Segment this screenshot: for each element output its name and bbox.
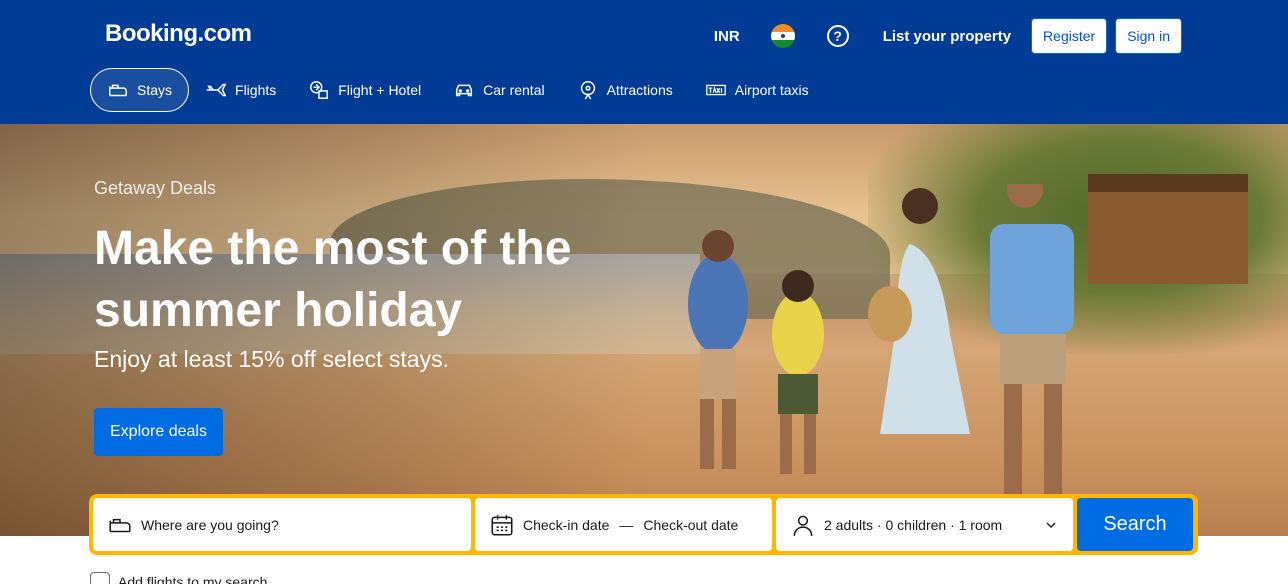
hero-subline: Enjoy at least 15% off select stays.: [94, 346, 449, 372]
bed-icon: [109, 84, 127, 97]
search-button[interactable]: Search: [1077, 498, 1193, 551]
chevron-down-icon: [1046, 522, 1056, 528]
register-button[interactable]: Register: [1031, 18, 1108, 54]
date-picker-field[interactable]: Check-in date — Check-out date: [475, 498, 772, 551]
explore-deals-button[interactable]: Explore deals: [94, 408, 223, 456]
nav-flight-hotel-label: Flight + Hotel: [338, 82, 422, 98]
nav-flight-hotel[interactable]: Flight + Hotel: [292, 68, 437, 112]
hero-text: Getaway Deals Make the most of the summe…: [94, 178, 614, 373]
nav-stays[interactable]: Stays: [90, 68, 190, 112]
bed-icon: [109, 518, 131, 532]
add-flights-label: Add flights to my search: [118, 574, 268, 584]
hero-family-illustration: [688, 184, 1074, 494]
booking-logo[interactable]: Booking.com: [105, 20, 252, 48]
add-flights-checkbox[interactable]: [90, 572, 110, 584]
checkout-date: Check-out date: [643, 516, 739, 533]
hero-eyebrow: Getaway Deals: [94, 178, 217, 198]
nav-attractions[interactable]: Attractions: [561, 68, 689, 112]
nav-attractions-label: Attractions: [606, 82, 673, 98]
occupancy-summary: 2 adults · 0 children · 1 room: [824, 516, 1003, 533]
attractions-icon: [580, 81, 595, 100]
india-flag-icon[interactable]: [770, 24, 795, 48]
person-icon: [793, 515, 813, 536]
hero-banner: Getaway Deals Make the most of the summe…: [0, 124, 1288, 536]
taxi-icon: [705, 84, 726, 96]
sign-in-button[interactable]: Sign in: [1115, 18, 1182, 54]
nav-car-rental[interactable]: Car rental: [437, 68, 560, 112]
add-flights-option[interactable]: Add flights to my search: [90, 572, 267, 584]
hero-hut: [1088, 174, 1248, 284]
nav-stays-label: Stays: [137, 82, 173, 98]
nav-car-rental-label: Car rental: [483, 82, 545, 98]
currency-selector[interactable]: INR: [714, 28, 740, 45]
calendar-icon: [491, 514, 513, 536]
nav-flights[interactable]: Flights: [189, 68, 292, 112]
search-bar: Where are you going? Check-in date — Che…: [89, 494, 1198, 555]
hero-headline: Make the most of the summer holiday: [94, 222, 572, 337]
date-separator: —: [619, 516, 634, 533]
top-actions: INR ? List your property Register Sign i…: [714, 18, 1182, 54]
list-your-property-link[interactable]: List your property: [883, 28, 1011, 45]
nav-flights-label: Flights: [235, 82, 277, 98]
destination-field[interactable]: Where are you going?: [93, 498, 471, 551]
product-nav: Stays Flights Flight + Hotel Car rental …: [90, 68, 825, 112]
plane-icon: [206, 83, 227, 97]
flight-hotel-icon: [310, 81, 329, 99]
nav-airport-taxis[interactable]: Airport taxis: [689, 68, 825, 112]
site-header: Booking.com INR ? List your property Reg…: [0, 0, 1288, 124]
help-icon[interactable]: ?: [826, 25, 849, 47]
nav-airport-taxis-label: Airport taxis: [734, 82, 809, 98]
occupancy-field[interactable]: 2 adults · 0 children · 1 room: [776, 498, 1073, 551]
destination-placeholder: Where are you going?: [141, 516, 279, 533]
car-icon: [456, 84, 473, 97]
checkin-date: Check-in date: [523, 516, 610, 533]
